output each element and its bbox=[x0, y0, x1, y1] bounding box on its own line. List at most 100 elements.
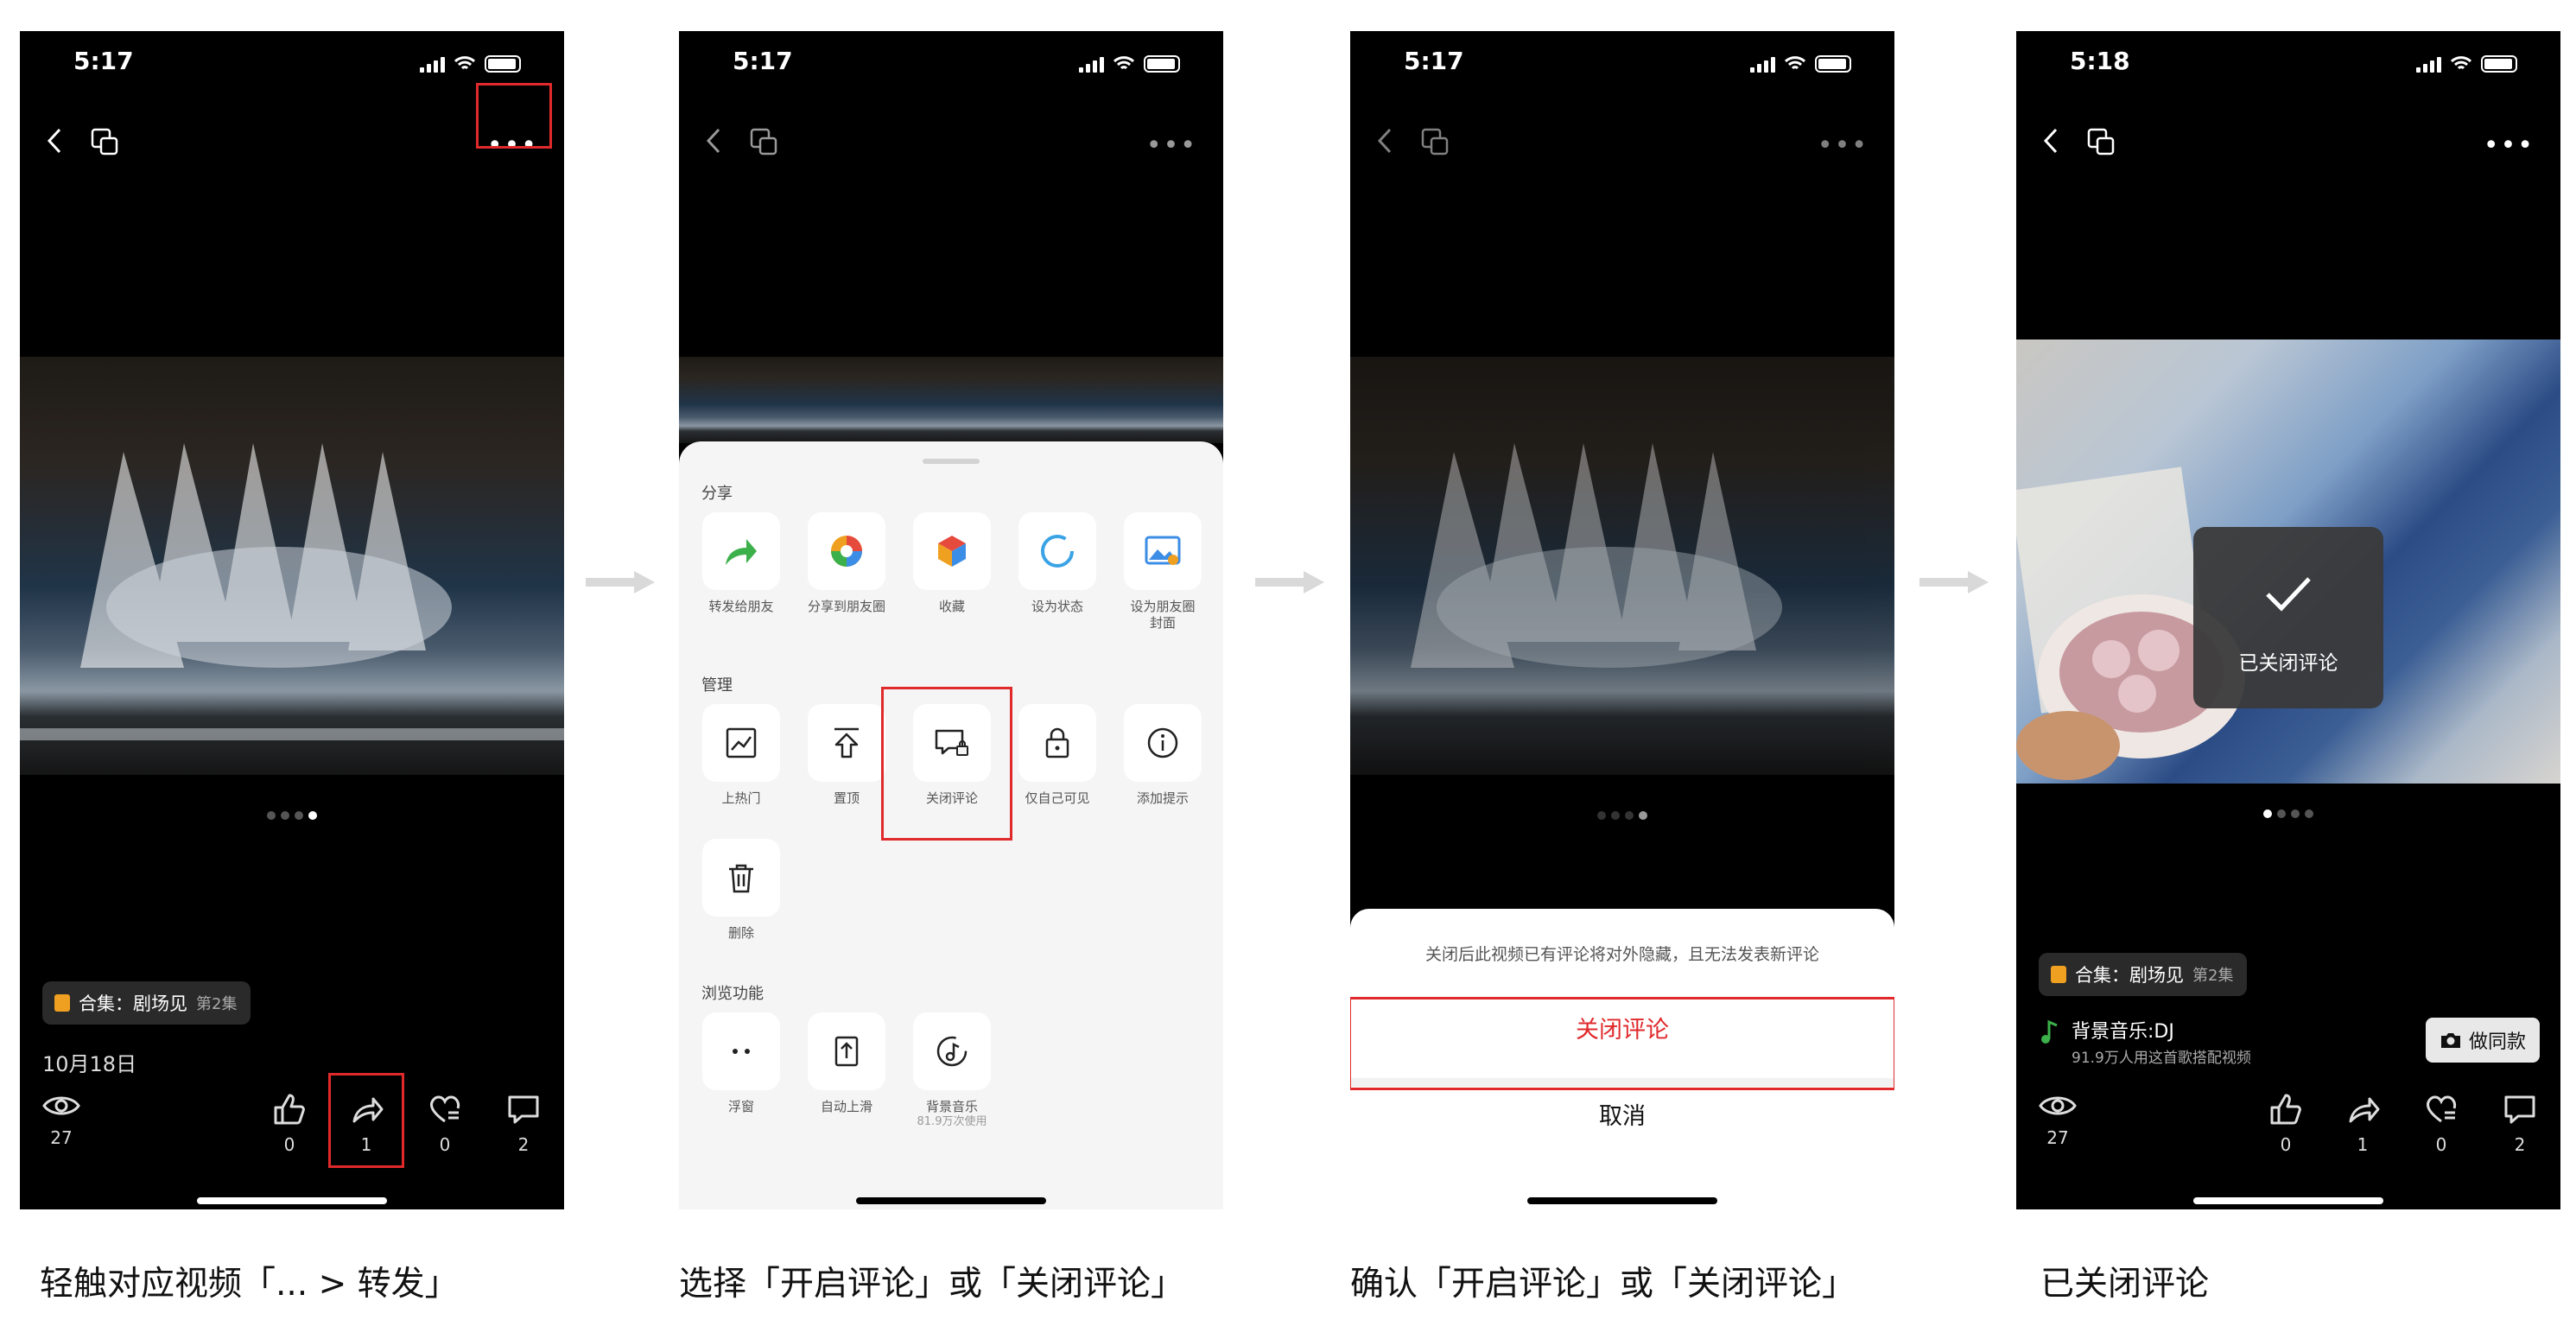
highlight-box-forward bbox=[328, 1073, 404, 1168]
more-options-button[interactable]: ••• bbox=[1818, 133, 1869, 159]
cellular-icon bbox=[1079, 57, 1104, 73]
phone-screen-action-sheet: 5:17 ••• 分享 转发给朋友 分享到朋友圈 收藏 设为状态 设为朋友圈 封… bbox=[679, 31, 1223, 1209]
trash-icon bbox=[729, 864, 753, 893]
back-icon[interactable] bbox=[2039, 126, 2065, 155]
checkmark-icon bbox=[2266, 577, 2311, 612]
image-cover-icon bbox=[1145, 536, 1181, 565]
video-frame bbox=[679, 357, 1223, 443]
views-stat: 27 bbox=[2039, 1092, 2077, 1148]
set-status-item[interactable]: 设为状态 bbox=[1018, 512, 1097, 615]
home-indicator bbox=[2193, 1197, 2383, 1204]
cellular-icon bbox=[420, 57, 445, 73]
float-dots-icon bbox=[733, 1049, 750, 1054]
more-options-button[interactable]: ••• bbox=[1146, 133, 1197, 159]
music-usage-count: 91.9万人用这首歌搭配视频 bbox=[2072, 1050, 2251, 1067]
home-indicator bbox=[856, 1197, 1046, 1204]
moments-aperture-icon bbox=[831, 536, 862, 567]
forward-button[interactable]: 1 bbox=[2345, 1092, 2380, 1155]
page-indicator bbox=[20, 807, 564, 823]
make-same-button[interactable]: 做同款 bbox=[2425, 1018, 2540, 1063]
step-caption-2: 选择「开启评论」或「关闭评论」 bbox=[679, 1265, 1185, 1304]
views-icon bbox=[2039, 1092, 2077, 1120]
music-note-icon bbox=[936, 1036, 968, 1067]
like-button[interactable]: 0 bbox=[272, 1092, 307, 1155]
battery-icon bbox=[2481, 55, 2517, 73]
camera-icon bbox=[2440, 1033, 2460, 1048]
share-to-moments-item[interactable]: 分享到朋友圈 bbox=[807, 512, 886, 615]
cellular-icon bbox=[1750, 57, 1775, 73]
status-bar: 5:17 bbox=[1350, 31, 1894, 92]
highlight-box-confirm bbox=[1350, 997, 1894, 1090]
back-icon[interactable] bbox=[701, 126, 727, 155]
promote-item[interactable]: 上热门 bbox=[701, 704, 781, 807]
auto-scroll-icon bbox=[834, 1036, 859, 1067]
delete-item[interactable]: 删除 bbox=[701, 839, 781, 942]
share-to-friend-item[interactable]: 转发给朋友 bbox=[701, 512, 781, 615]
music-name: 背景音乐:DJ bbox=[2072, 1021, 2174, 1043]
info-icon bbox=[1147, 727, 1178, 758]
collection-tag[interactable]: 合集：剧场见 第2集 bbox=[42, 981, 251, 1025]
collection-label: 合集：剧场见 bbox=[2075, 965, 2184, 986]
flow-arrow-3 bbox=[1919, 571, 1989, 593]
toast-comments-closed: 已关闭评论 bbox=[2193, 527, 2383, 708]
sheet-handle[interactable] bbox=[923, 459, 980, 464]
status-time: 5:17 bbox=[1404, 47, 1464, 75]
forward-green-icon bbox=[726, 539, 757, 565]
toast-text: 已关闭评论 bbox=[2238, 652, 2338, 675]
section-manage-title: 管理 bbox=[701, 676, 733, 695]
back-icon[interactable] bbox=[42, 126, 68, 155]
step-caption-1: 轻触对应视频「... > 转发」 bbox=[40, 1265, 459, 1304]
like-button[interactable]: 0 bbox=[2268, 1092, 2303, 1155]
views-icon bbox=[42, 1092, 80, 1120]
cube-favorite-icon bbox=[938, 536, 966, 567]
comment-icon bbox=[506, 1092, 541, 1126]
favorite-button[interactable]: 0 bbox=[428, 1092, 462, 1155]
add-hint-item[interactable]: 添加提示 bbox=[1123, 704, 1202, 807]
cancel-button[interactable]: 取消 bbox=[1350, 1097, 1894, 1131]
step-caption-3: 确认「开启评论」或「关闭评论」 bbox=[1350, 1265, 1856, 1304]
wifi-icon bbox=[2450, 56, 2472, 70]
private-only-item[interactable]: 仅自己可见 bbox=[1018, 704, 1097, 807]
floating-window-icon[interactable] bbox=[1421, 128, 1449, 155]
collection-tag[interactable]: 合集：剧场见 第2集 bbox=[2039, 953, 2248, 996]
make-same-label: 做同款 bbox=[2468, 1031, 2526, 1053]
status-time: 5:18 bbox=[2070, 47, 2130, 75]
collection-icon bbox=[2051, 966, 2066, 983]
comment-button[interactable]: 2 bbox=[506, 1092, 541, 1155]
battery-icon bbox=[1815, 55, 1851, 73]
favorite-button[interactable]: 0 bbox=[2424, 1092, 2459, 1155]
home-indicator bbox=[1527, 1197, 1717, 1204]
like-icon bbox=[272, 1092, 307, 1126]
floating-window-icon[interactable] bbox=[91, 128, 118, 155]
post-date: 10月18日 bbox=[42, 1052, 137, 1076]
auto-scroll-item[interactable]: 自动上滑 bbox=[807, 1012, 886, 1115]
floating-window-icon[interactable] bbox=[2087, 128, 2115, 155]
back-icon[interactable] bbox=[1373, 126, 1399, 155]
flow-arrow-1 bbox=[586, 571, 655, 593]
background-music-item[interactable]: 背景音乐 81.9万次使用 bbox=[912, 1012, 992, 1129]
heart-list-icon bbox=[2424, 1092, 2459, 1126]
pin-top-item[interactable]: 置顶 bbox=[807, 704, 886, 807]
highlight-box-close-comments bbox=[881, 687, 1012, 841]
bgm-usage-count: 81.9万次使用 bbox=[917, 1115, 987, 1128]
video-frame[interactable] bbox=[20, 357, 564, 775]
collection-icon bbox=[54, 994, 70, 1012]
flow-arrow-2 bbox=[1255, 571, 1324, 593]
stage-lights-illustration bbox=[20, 443, 564, 740]
floating-window-item[interactable]: 浮窗 bbox=[701, 1012, 781, 1115]
set-moments-cover-item[interactable]: 设为朋友圈 封面 bbox=[1123, 512, 1202, 631]
stage-lights-illustration bbox=[1411, 443, 1782, 668]
phone-screen-result: 5:18 ••• 已关闭评论 合集：剧场见 第2集 背景音乐:DJ 91.9万人… bbox=[2016, 31, 2560, 1209]
status-time: 5:17 bbox=[73, 47, 134, 75]
page-indicator bbox=[2016, 805, 2560, 822]
status-bar: 5:17 bbox=[679, 31, 1223, 92]
battery-icon bbox=[1144, 55, 1180, 73]
comment-button[interactable]: 2 bbox=[2503, 1092, 2537, 1155]
wifi-icon bbox=[1113, 56, 1135, 70]
more-options-button[interactable]: ••• bbox=[2484, 133, 2535, 159]
cellular-icon bbox=[2416, 57, 2441, 73]
home-indicator bbox=[197, 1197, 387, 1204]
favorite-item[interactable]: 收藏 bbox=[912, 512, 992, 615]
floating-window-icon[interactable] bbox=[750, 128, 777, 155]
lock-icon bbox=[1045, 727, 1069, 758]
